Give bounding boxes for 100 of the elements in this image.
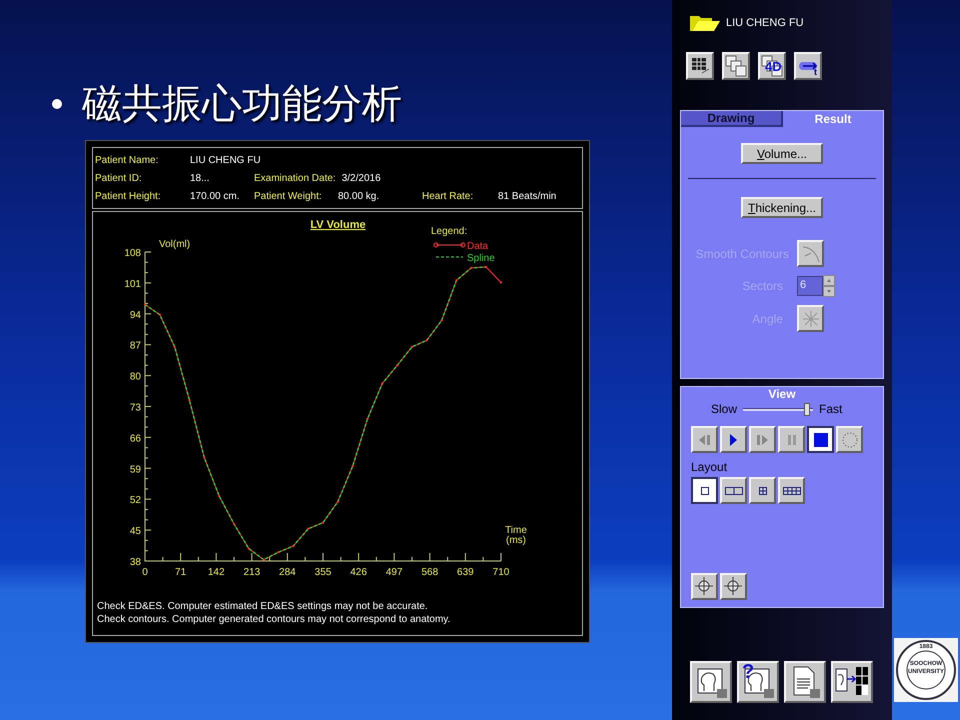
stop-icon bbox=[814, 432, 828, 446]
play-icon bbox=[730, 434, 737, 446]
legend-line-icon bbox=[434, 242, 466, 248]
y-tick-label: 73 bbox=[130, 402, 141, 414]
x-tick-label: 0 bbox=[142, 567, 148, 578]
data-point bbox=[203, 456, 206, 459]
y-tick-label: 38 bbox=[130, 557, 141, 568]
chart-title: LV Volume bbox=[310, 219, 366, 231]
warning-note: Check contours. Computer generated contours may not correspond to anatomy. bbox=[97, 613, 452, 626]
data-point bbox=[232, 522, 236, 526]
edit-tool-button[interactable] bbox=[691, 573, 718, 600]
slider-min-label: Slow bbox=[711, 401, 738, 418]
data-point bbox=[144, 303, 146, 306]
data-point bbox=[336, 500, 339, 503]
x-tick-label: 213 bbox=[243, 567, 260, 578]
data-point bbox=[470, 266, 472, 269]
x-tick-label: 639 bbox=[457, 567, 474, 578]
two-pane-icon bbox=[724, 484, 744, 496]
y-tick-label: 80 bbox=[130, 372, 141, 383]
data-point bbox=[396, 364, 398, 367]
legend-label: Spline bbox=[467, 253, 495, 264]
speed-slider[interactable] bbox=[743, 402, 814, 416]
action-button[interactable] bbox=[784, 661, 826, 703]
legend-line-icon bbox=[436, 256, 464, 258]
step-forward-icon bbox=[757, 434, 768, 444]
y-tick-label: 94 bbox=[130, 310, 141, 321]
folder-icon bbox=[690, 15, 720, 31]
data-point bbox=[277, 551, 280, 554]
y-axis-label: Vol(ml) bbox=[159, 239, 190, 250]
data-point bbox=[410, 346, 414, 348]
y-tick-label: 59 bbox=[130, 464, 141, 476]
x-tick-label: 284 bbox=[279, 567, 296, 578]
legend-label: Data bbox=[467, 241, 488, 252]
slider-thumb[interactable] bbox=[804, 402, 810, 416]
data-point bbox=[292, 544, 294, 548]
x-tick-label: 426 bbox=[350, 567, 367, 578]
x-tick-label: 142 bbox=[208, 567, 225, 578]
stacked-images-icon bbox=[725, 55, 747, 77]
field-value: LIU CHENG FU bbox=[190, 154, 262, 168]
dialog-button[interactable]: Thickening... bbox=[741, 197, 823, 218]
x-tick-label: 710 bbox=[492, 567, 510, 578]
data-point bbox=[248, 548, 250, 550]
step-back-icon bbox=[699, 434, 710, 444]
playback-button[interactable] bbox=[807, 426, 834, 453]
y-tick-label: 66 bbox=[130, 433, 141, 444]
spinner-arrows-icon[interactable] bbox=[823, 275, 835, 297]
data-point bbox=[322, 522, 324, 524]
field-label: Patient ID: bbox=[95, 172, 143, 186]
action-button[interactable] bbox=[690, 661, 732, 703]
y-tick-label: 45 bbox=[130, 526, 141, 538]
data-point bbox=[307, 528, 310, 530]
patient-name: LIU CHENG FU bbox=[726, 16, 804, 31]
y-tick-label: 108 bbox=[124, 248, 141, 259]
legend-title: Legend: bbox=[431, 226, 468, 237]
x-tick-label: 71 bbox=[175, 567, 186, 578]
x-tick-label: 568 bbox=[421, 567, 438, 578]
data-point bbox=[262, 558, 265, 561]
curve-icon bbox=[800, 244, 820, 264]
panel-title: View bbox=[767, 387, 797, 401]
field-label: Patient Height: bbox=[95, 190, 162, 204]
data-point bbox=[352, 465, 354, 468]
field-value: 18... bbox=[190, 172, 210, 186]
field-label: Patient Weight: bbox=[254, 190, 323, 204]
data-point bbox=[188, 399, 191, 402]
y-tick-label: 52 bbox=[130, 495, 141, 506]
data-point bbox=[440, 319, 443, 322]
data-point bbox=[426, 339, 428, 342]
field-value: 3/2/2016 bbox=[342, 172, 382, 186]
x-tick-label: 355 bbox=[314, 567, 332, 578]
icon-label: t bbox=[814, 68, 817, 77]
eight-pane-icon bbox=[782, 484, 802, 496]
data-point bbox=[455, 279, 458, 282]
tool-button[interactable]: t bbox=[794, 52, 822, 80]
x-axis-label: Time (ms) bbox=[504, 526, 528, 546]
bullet-icon bbox=[52, 99, 62, 109]
field-value: 80.00 kg. bbox=[338, 190, 380, 204]
action-button[interactable] bbox=[831, 661, 873, 703]
data-point bbox=[381, 382, 384, 385]
data-point bbox=[500, 281, 502, 284]
warning-note: Check ED&ES. Computer estimated ED&ES settings may not be accurate. bbox=[97, 600, 429, 613]
data-point bbox=[158, 314, 161, 316]
slider-max-label: Fast bbox=[819, 401, 842, 418]
option-button[interactable] bbox=[797, 305, 824, 332]
field-value: 81 Beats/min bbox=[498, 190, 558, 204]
dialog-button[interactable]: Volume... bbox=[741, 143, 823, 164]
data-point bbox=[218, 495, 220, 498]
layout-button[interactable] bbox=[691, 477, 718, 504]
x-tick-label: 497 bbox=[386, 567, 403, 578]
option-button[interactable] bbox=[797, 240, 824, 267]
y-tick-label: 87 bbox=[130, 340, 141, 352]
tool-button[interactable] bbox=[686, 52, 714, 80]
edit-tool-button[interactable] bbox=[720, 573, 747, 600]
pause-icon bbox=[788, 434, 796, 444]
field-value: 170.00 cm. bbox=[190, 190, 240, 204]
data-point bbox=[485, 266, 488, 268]
star-burst-icon bbox=[800, 308, 820, 328]
slide-title: 磁共振心功能分析 bbox=[82, 80, 402, 129]
field-label: Heart Rate: bbox=[422, 190, 474, 204]
y-tick-label: 101 bbox=[124, 278, 141, 290]
field-label: Examination Date: bbox=[254, 172, 337, 186]
